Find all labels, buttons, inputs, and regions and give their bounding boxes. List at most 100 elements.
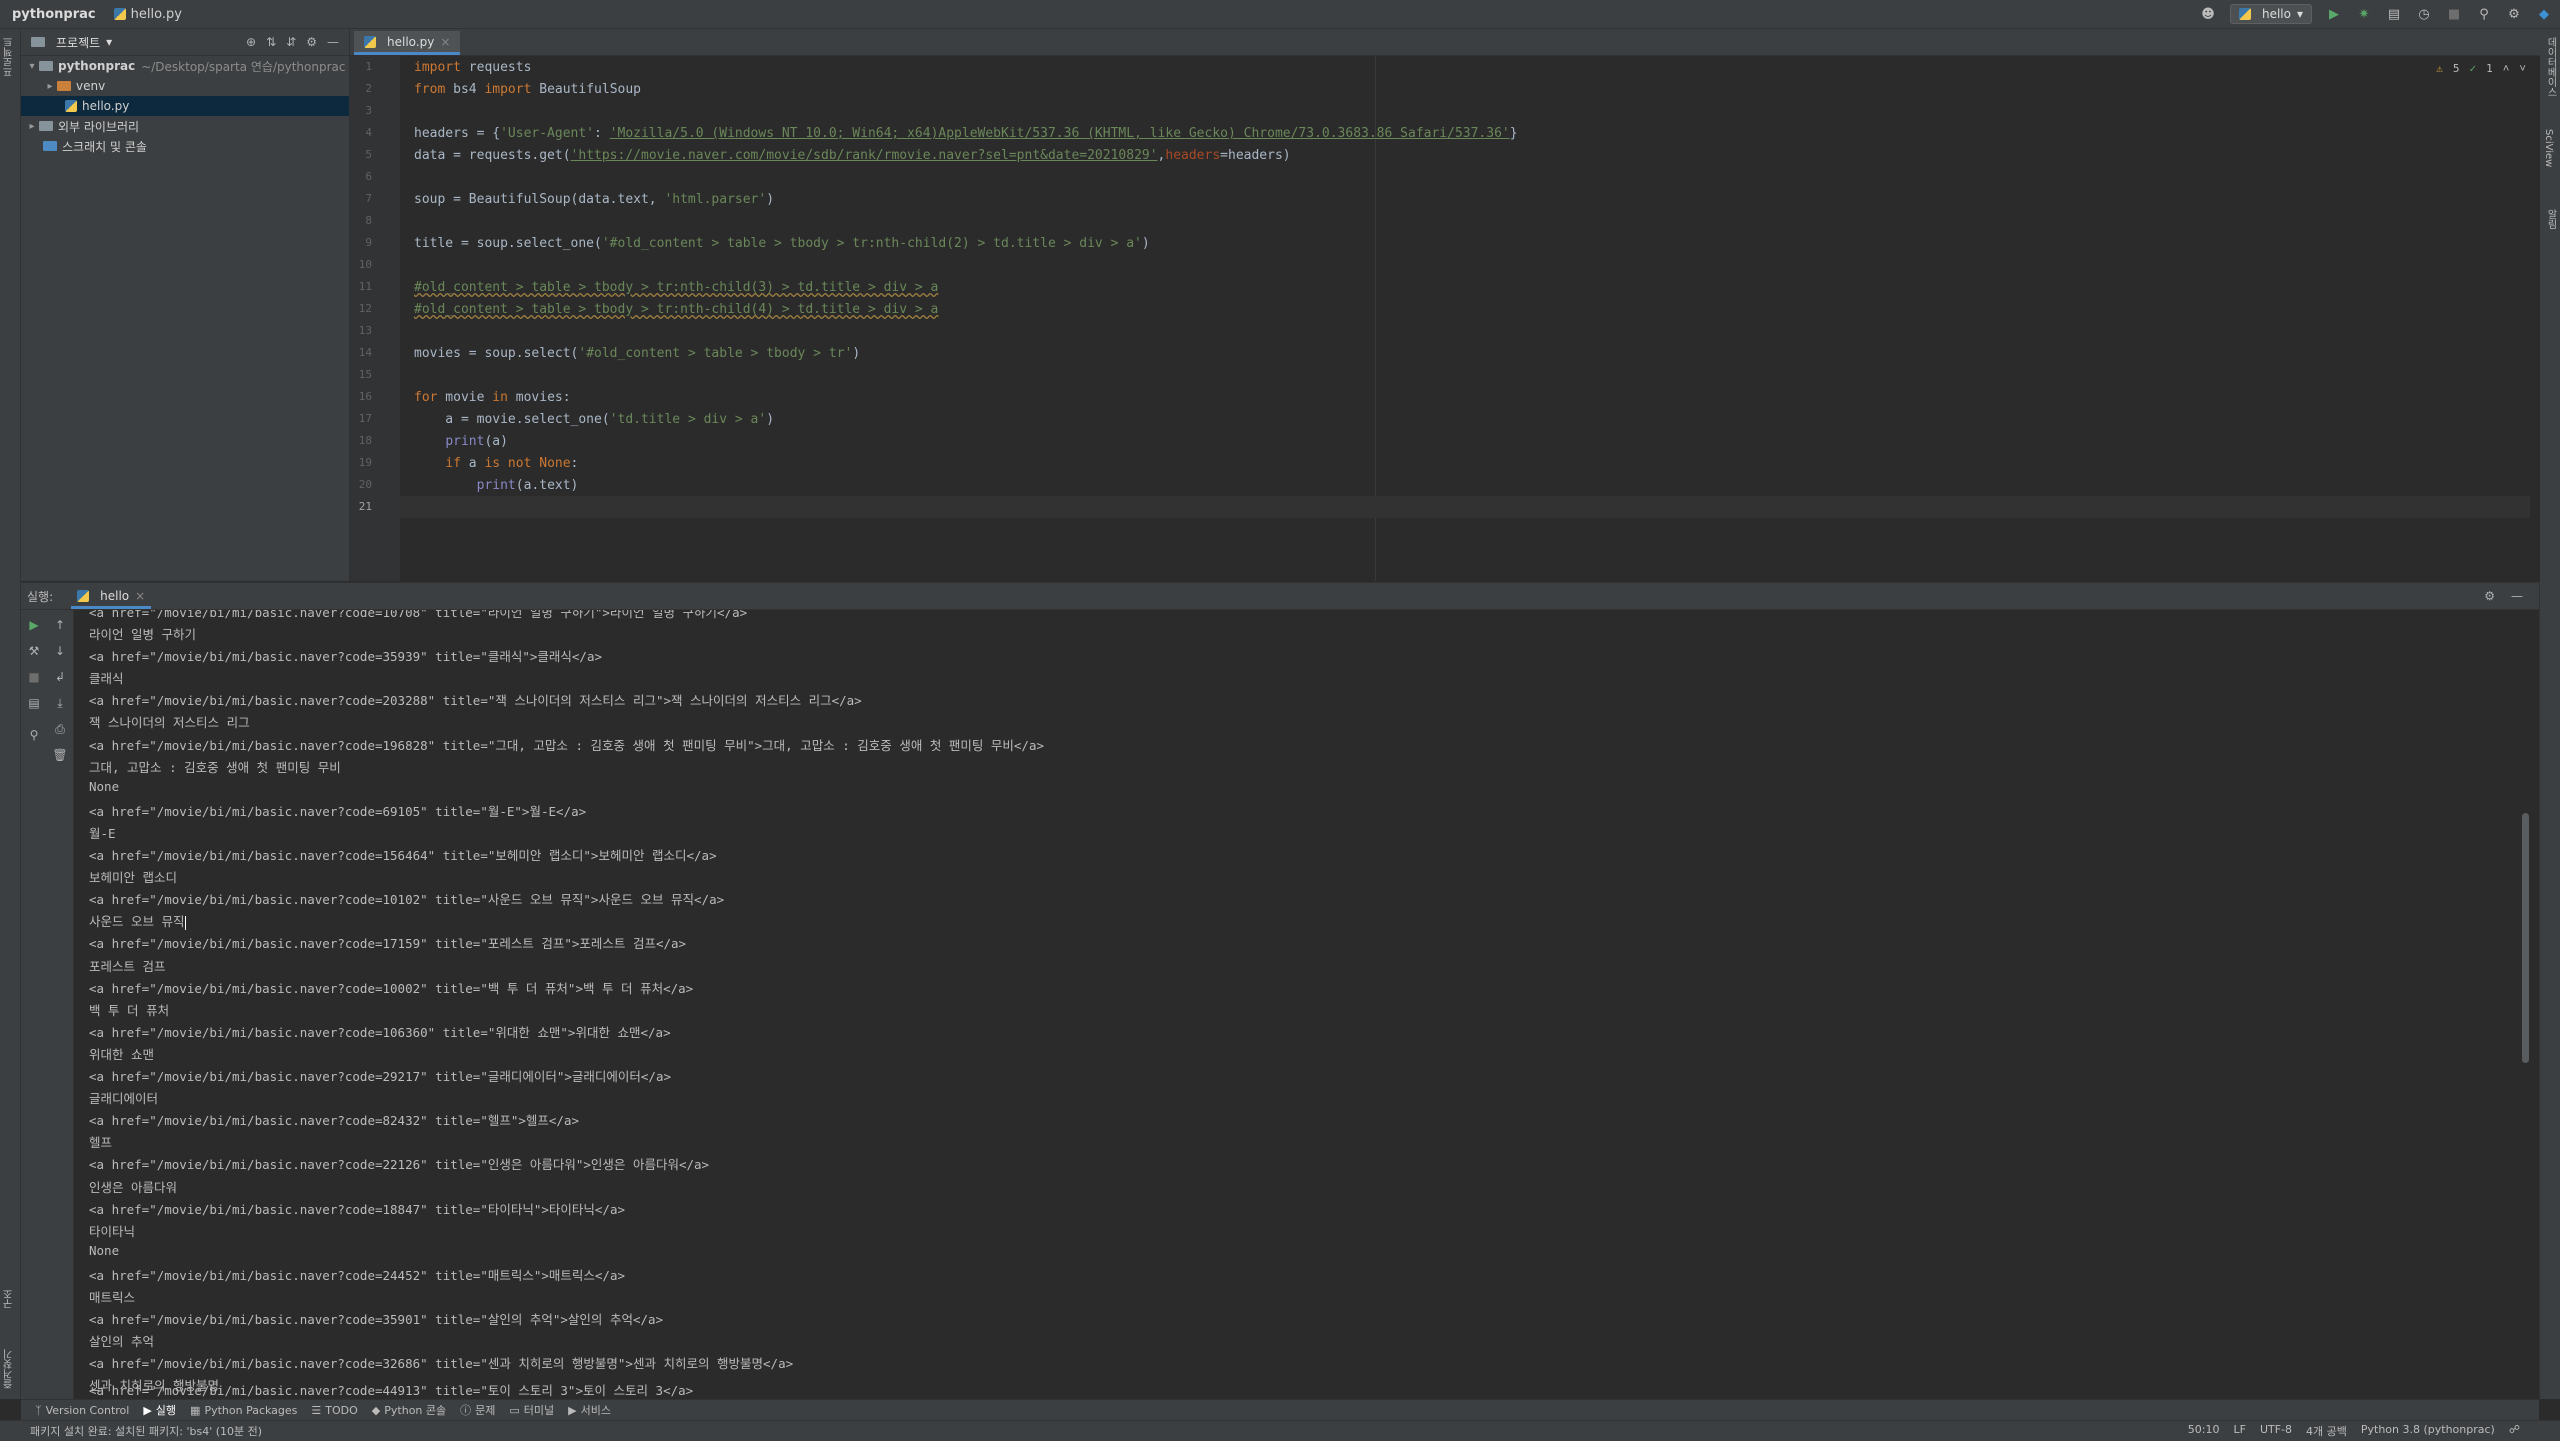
line-number: 9: [365, 236, 372, 249]
hide-icon[interactable]: —: [2511, 589, 2523, 603]
profile-icon[interactable]: ◷: [2416, 6, 2432, 22]
chevron-right-icon[interactable]: ▸: [43, 81, 57, 92]
locate-icon[interactable]: ⊕: [246, 35, 256, 49]
python-console-button[interactable]: ◆ Python 콘솔: [372, 1402, 446, 1418]
package-icon: ▦: [190, 1403, 201, 1417]
run-tab-label: hello: [100, 589, 130, 603]
update-icon[interactable]: ◆: [2536, 6, 2552, 22]
status-message[interactable]: 패키지 설치 완료: 설치된 패키지: 'bs4' (10분 전): [30, 1423, 262, 1439]
pin-icon[interactable]: ⚲: [26, 728, 42, 744]
list-icon: ☰: [311, 1403, 322, 1417]
close-icon[interactable]: ×: [440, 35, 450, 49]
stop-icon[interactable]: ■: [2446, 6, 2462, 22]
tree-item-root[interactable]: ▾ pythonprac ~/Desktop/sparta 연습/pythonp…: [21, 56, 349, 76]
console-line: <a href="/movie/bi/mi/basic.naver?code=1…: [89, 1201, 626, 1217]
collapse-all-icon[interactable]: ⇵: [286, 35, 296, 49]
console-line: 살인의 추억: [89, 1334, 155, 1350]
gear-icon[interactable]: ⚙: [2506, 6, 2522, 22]
file-encoding[interactable]: UTF-8: [2260, 1423, 2292, 1439]
problems-label: 문제: [475, 1404, 496, 1417]
console-output[interactable]: <a href="/movie/bi/mi/basic.naver?code=1…: [89, 610, 2489, 1399]
favorites-tool-button[interactable]: 즐겨찾기: [2, 1349, 17, 1389]
run-config-selector[interactable]: hello ▾: [2229, 4, 2312, 24]
tree-item-venv[interactable]: ▸ venv: [21, 76, 349, 96]
project-panel: 프로젝트 ▾ ⊕ ⇅ ⇵ ⚙ — ▾ pythonprac ~/Desktop/…: [21, 29, 350, 581]
python-packages-button[interactable]: ▦ Python Packages: [190, 1404, 297, 1417]
todo-button[interactable]: ☰ TODO: [311, 1404, 357, 1417]
user-icon[interactable]: ☻: [2200, 6, 2216, 22]
project-name[interactable]: pythonprac: [12, 7, 96, 22]
chevron-right-icon[interactable]: ▸: [25, 121, 39, 132]
chevron-up-icon[interactable]: ˄: [2503, 62, 2510, 76]
database-tool-button[interactable]: 데이터베이스: [2543, 37, 2558, 97]
debug-icon[interactable]: ✷: [2356, 6, 2372, 22]
tree-item-external-libs[interactable]: ▸ 외부 라이브러리: [21, 116, 349, 136]
problems-button[interactable]: ⓘ 문제: [460, 1402, 495, 1418]
line-separator[interactable]: LF: [2233, 1423, 2245, 1439]
interpreter-selector[interactable]: Python 3.8 (pythonprac): [2361, 1423, 2495, 1439]
code-line: data = requests.get('https://movie.naver…: [414, 148, 1291, 163]
coverage-icon[interactable]: ▤: [2386, 6, 2402, 22]
stop-icon[interactable]: ■: [26, 670, 42, 686]
tree-item-hello[interactable]: hello.py: [21, 96, 349, 116]
line-number: 17: [358, 412, 372, 425]
services-icon: ▶: [568, 1403, 577, 1417]
scroll-to-end-icon[interactable]: ⤓: [52, 696, 68, 712]
version-control-button[interactable]: ᛉ Version Control: [35, 1404, 129, 1417]
soft-wrap-icon[interactable]: ↲: [52, 670, 68, 686]
chevron-down-icon[interactable]: ˅: [2519, 62, 2526, 76]
console-line: <a href="/movie/bi/mi/basic.naver?code=3…: [89, 1356, 794, 1372]
print-icon[interactable]: ⎙: [52, 722, 68, 738]
run-panel-label: 실행:: [27, 589, 54, 604]
inspection-widget[interactable]: ⚠ 5 ✓ 1 ˄ ˅: [2436, 62, 2526, 76]
code-area[interactable]: 1 2 3 4 5 6 7 8 9 10 11 12 13 14 15 16 1…: [350, 56, 2540, 581]
run-icon: ▶: [143, 1403, 152, 1417]
search-icon[interactable]: ⚲: [2476, 6, 2492, 22]
line-number: 16: [358, 390, 372, 403]
editor-tabs: hello.py ×: [350, 29, 2540, 56]
info-icon: ⓘ: [460, 1404, 472, 1417]
console-line: <a href="/movie/bi/mi/basic.naver?code=1…: [89, 848, 717, 863]
tree-item-scratches[interactable]: 스크래치 및 콘솔: [21, 136, 349, 156]
console-line: <a href="/movie/bi/mi/basic.naver?code=3…: [89, 1312, 664, 1328]
gear-icon[interactable]: ⚙: [2484, 589, 2495, 603]
chevron-down-icon[interactable]: ▾: [25, 61, 39, 72]
breadcrumb-file[interactable]: hello.py: [131, 7, 182, 22]
sciview-tool-button[interactable]: SciView: [2543, 129, 2554, 167]
arrow-down-icon[interactable]: ↓: [52, 644, 68, 660]
wrench-icon[interactable]: ⚒: [26, 644, 42, 660]
project-tool-button[interactable]: 프로젝트: [2, 37, 17, 77]
arrow-up-icon[interactable]: ↑: [52, 618, 68, 634]
chevron-down-icon[interactable]: ▾: [106, 35, 112, 49]
layout-icon[interactable]: ▤: [26, 696, 42, 712]
scratch-icon: [43, 141, 57, 151]
tab-hello-py[interactable]: hello.py ×: [354, 31, 461, 55]
notifications-tool-button[interactable]: 알림: [2543, 209, 2558, 229]
structure-tool-button[interactable]: 구조: [2, 1289, 17, 1309]
close-icon[interactable]: ×: [135, 589, 145, 603]
current-line-highlight: [400, 496, 2530, 518]
lock-icon[interactable]: ☍: [2509, 1423, 2520, 1439]
terminal-button[interactable]: ▭ 터미널: [509, 1402, 554, 1418]
line-number: 13: [358, 324, 372, 337]
run-panel: 실행: hello × ⚙ — ▶ ⚒ ■ ▤ ⚲ ↑ ↓ ↲ ⤓ ⎙ 🗑 <a…: [21, 582, 2539, 1399]
run-button[interactable]: ▶ 실행: [143, 1402, 176, 1418]
indent-setting[interactable]: 4개 공백: [2306, 1423, 2347, 1439]
console-line: <a href="/movie/bi/mi/basic.naver?code=6…: [89, 803, 587, 819]
rerun-icon[interactable]: ▶: [26, 618, 42, 634]
trash-icon[interactable]: 🗑: [52, 748, 68, 764]
console-scrollbar[interactable]: [2522, 813, 2529, 1063]
folder-icon: [57, 81, 71, 91]
run-tab-hello[interactable]: hello ×: [71, 586, 152, 609]
gear-icon[interactable]: ⚙: [306, 35, 317, 49]
expand-all-icon[interactable]: ⇅: [266, 35, 276, 49]
console-line: None: [89, 1242, 120, 1258]
run-icon[interactable]: ▶: [2326, 6, 2342, 22]
services-button[interactable]: ▶ 서비스: [568, 1402, 611, 1418]
breadcrumb[interactable]: hello.py: [113, 7, 182, 22]
caret-position[interactable]: 50:10: [2188, 1423, 2220, 1439]
project-view-selector[interactable]: 프로젝트: [56, 34, 100, 51]
line-number: 14: [358, 346, 372, 359]
hide-icon[interactable]: —: [327, 35, 339, 49]
code-line: soup = BeautifulSoup(data.text, 'html.pa…: [414, 192, 775, 207]
